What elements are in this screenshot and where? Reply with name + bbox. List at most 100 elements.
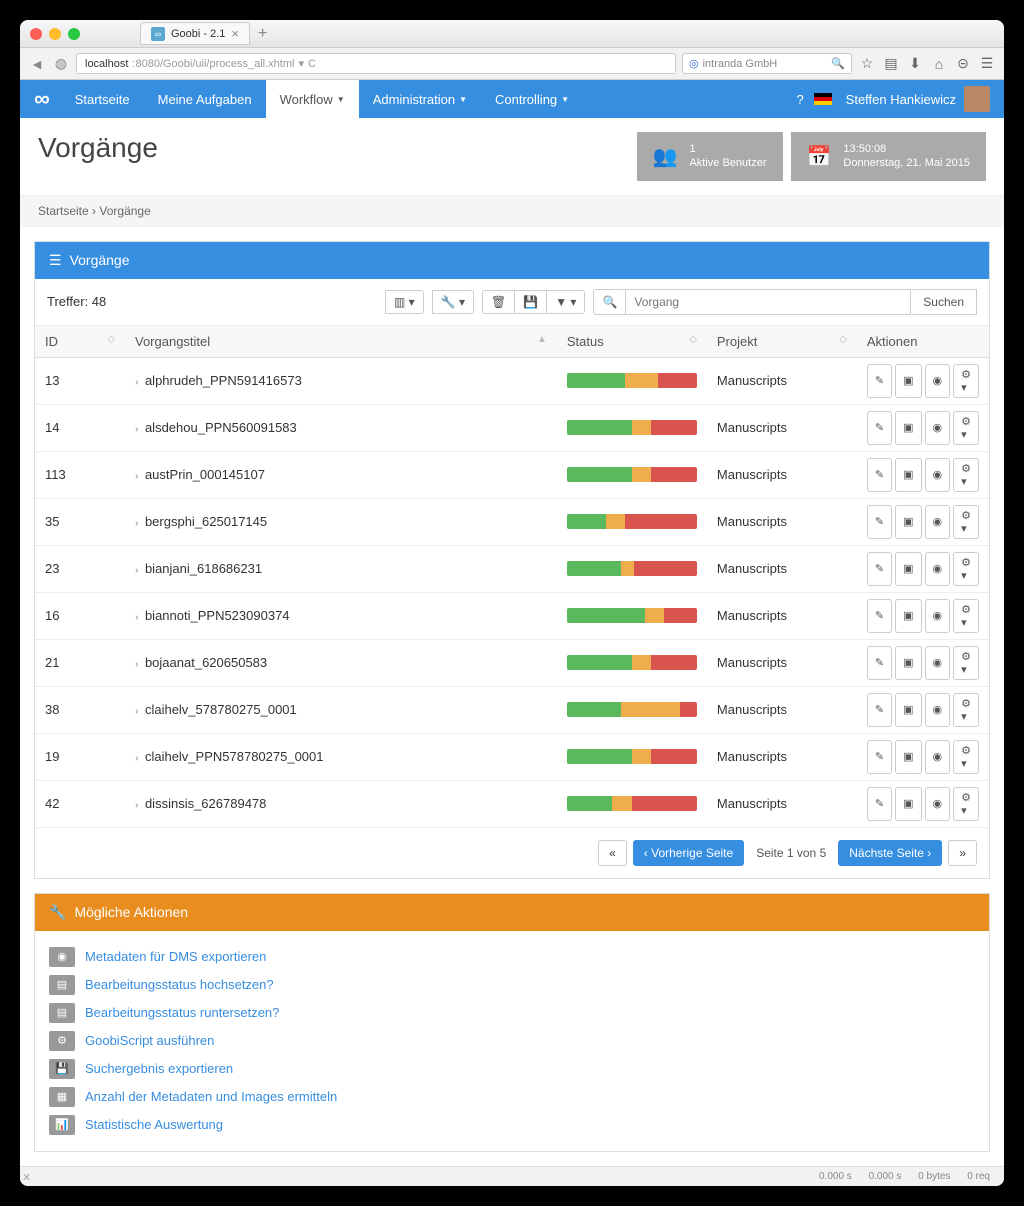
book-button[interactable]: ▣ [895,552,921,586]
prev-page-button[interactable]: ‹ Vorherige Seite [633,840,744,866]
dropdown-icon[interactable]: ▾ [298,57,304,70]
col-id[interactable]: ID◇ [35,326,125,358]
download-icon[interactable]: ⬇ [906,55,924,72]
action-link[interactable]: Statistische Auswertung [85,1117,223,1132]
globe-button[interactable]: ◉ [925,787,951,821]
nav-item-startseite[interactable]: Startseite [61,80,144,118]
cell-title[interactable]: › alsdehou_PPN560091583 [125,404,557,451]
cell-title[interactable]: › claihelv_578780275_0001 [125,686,557,733]
cell-title[interactable]: › bergsphi_625017145 [125,498,557,545]
action-link[interactable]: Suchergebnis exportieren [85,1061,233,1076]
globe-button[interactable]: ◉ [925,693,951,727]
expand-icon[interactable]: › [135,706,138,717]
col-project[interactable]: Projekt◇ [707,326,857,358]
globe-button[interactable]: ◉ [925,552,951,586]
settings-button[interactable]: ⚙ ▾ [953,787,979,821]
expand-icon[interactable]: › [135,753,138,764]
action-link[interactable]: Anzahl der Metadaten und Images ermittel… [85,1089,337,1104]
menu-icon[interactable]: ☰ [978,55,996,72]
star-icon[interactable]: ☆ [858,55,876,72]
cell-title[interactable]: › bojaanat_620650583 [125,639,557,686]
settings-button[interactable]: ⚙ ▾ [953,364,979,398]
book-button[interactable]: ▣ [895,599,921,633]
app-logo-icon[interactable]: ∞ [34,86,47,112]
url-bar[interactable]: localhost:8080/Goobi/uii/process_all.xht… [76,53,676,74]
globe-button[interactable]: ◉ [925,740,951,774]
edit-button[interactable]: ✎ [867,458,892,492]
next-page-button[interactable]: Nächste Seite › [838,840,942,866]
columns-button[interactable]: ▥ ▾ [385,290,424,314]
delete-button[interactable]: 🗑 [482,290,515,314]
breadcrumb-home[interactable]: Startseite [38,204,89,218]
settings-button[interactable]: ⚙ ▾ [953,411,979,445]
cell-title[interactable]: › claihelv_PPN578780275_0001 [125,733,557,780]
tools-button[interactable]: 🔧 ▾ [432,290,474,314]
action-link[interactable]: GoobiScript ausführen [85,1033,214,1048]
cell-title[interactable]: › bianjani_618686231 [125,545,557,592]
nav-item-controlling[interactable]: Controlling ▼ [481,80,583,118]
cell-title[interactable]: › austPrin_000145107 [125,451,557,498]
edit-button[interactable]: ✎ [867,646,892,680]
window-minimize-button[interactable] [49,28,61,40]
expand-icon[interactable]: › [135,518,138,529]
action-link[interactable]: Metadaten für DMS exportieren [85,949,266,964]
globe-button[interactable]: ◉ [925,646,951,680]
user-name[interactable]: Steffen Hankiewicz [846,92,956,107]
action-link[interactable]: Bearbeitungsstatus hochsetzen? [85,977,274,992]
book-button[interactable]: ▣ [895,740,921,774]
globe-button[interactable]: ◉ [925,364,951,398]
globe-button[interactable]: ◉ [925,505,951,539]
expand-icon[interactable]: › [135,659,138,670]
book-button[interactable]: ▣ [895,505,921,539]
book-button[interactable]: ▣ [895,411,921,445]
edit-button[interactable]: ✎ [867,364,892,398]
new-tab-button[interactable]: + [258,25,267,43]
settings-button[interactable]: ⚙ ▾ [953,505,979,539]
tab-close-icon[interactable]: × [231,26,239,41]
edit-button[interactable]: ✎ [867,787,892,821]
expand-icon[interactable]: › [135,565,138,576]
expand-icon[interactable]: › [135,424,138,435]
cell-title[interactable]: › alphrudeh_PPN591416573 [125,357,557,404]
globe-button[interactable]: ◉ [925,411,951,445]
browser-search[interactable]: ◎ intranda GmbH 🔍 [682,53,852,74]
search-button[interactable]: Suchen [911,289,977,315]
settings-button[interactable]: ⚙ ▾ [953,693,979,727]
expand-icon[interactable]: › [135,800,138,811]
cell-title[interactable]: › dissinsis_626789478 [125,780,557,827]
settings-button[interactable]: ⚙ ▾ [953,552,979,586]
last-page-button[interactable]: » [948,840,977,866]
window-maximize-button[interactable] [68,28,80,40]
expand-icon[interactable]: › [135,377,138,388]
nav-item-administration[interactable]: Administration ▼ [359,80,481,118]
book-button[interactable]: ▣ [895,646,921,680]
browser-tab[interactable]: ∞ Goobi - 2.1 × [140,22,250,45]
settings-button[interactable]: ⚙ ▾ [953,599,979,633]
home-icon[interactable]: ⌂ [930,56,948,72]
reload-icon[interactable]: C [308,58,316,70]
action-link[interactable]: Bearbeitungsstatus runtersetzen? [85,1005,279,1020]
settings-button[interactable]: ⚙ ▾ [953,740,979,774]
edit-button[interactable]: ✎ [867,599,892,633]
col-status[interactable]: Status◇ [557,326,707,358]
filter-button[interactable]: ▼ ▾ [547,290,585,314]
search-icon-button[interactable]: 🔍 [593,289,626,315]
nav-item-workflow[interactable]: Workflow ▼ [266,80,359,118]
book-button[interactable]: ▣ [895,364,921,398]
book-button[interactable]: ▣ [895,458,921,492]
expand-icon[interactable]: › [135,471,138,482]
book-button[interactable]: ▣ [895,787,921,821]
search-input[interactable] [626,289,911,315]
settings-button[interactable]: ⚙ ▾ [953,458,979,492]
close-status-icon[interactable]: ✕ [22,1171,31,1184]
expand-icon[interactable]: › [135,612,138,623]
nav-item-meine-aufgaben[interactable]: Meine Aufgaben [144,80,266,118]
edit-button[interactable]: ✎ [867,505,892,539]
back-button[interactable]: ◄ [28,56,46,72]
col-title[interactable]: Vorgangstitel▲ [125,326,557,358]
clipboard-icon[interactable]: ▤ [882,55,900,72]
save-button[interactable]: 💾 [515,290,547,314]
globe-button[interactable]: ◉ [925,458,951,492]
edit-button[interactable]: ✎ [867,552,892,586]
edit-button[interactable]: ✎ [867,740,892,774]
